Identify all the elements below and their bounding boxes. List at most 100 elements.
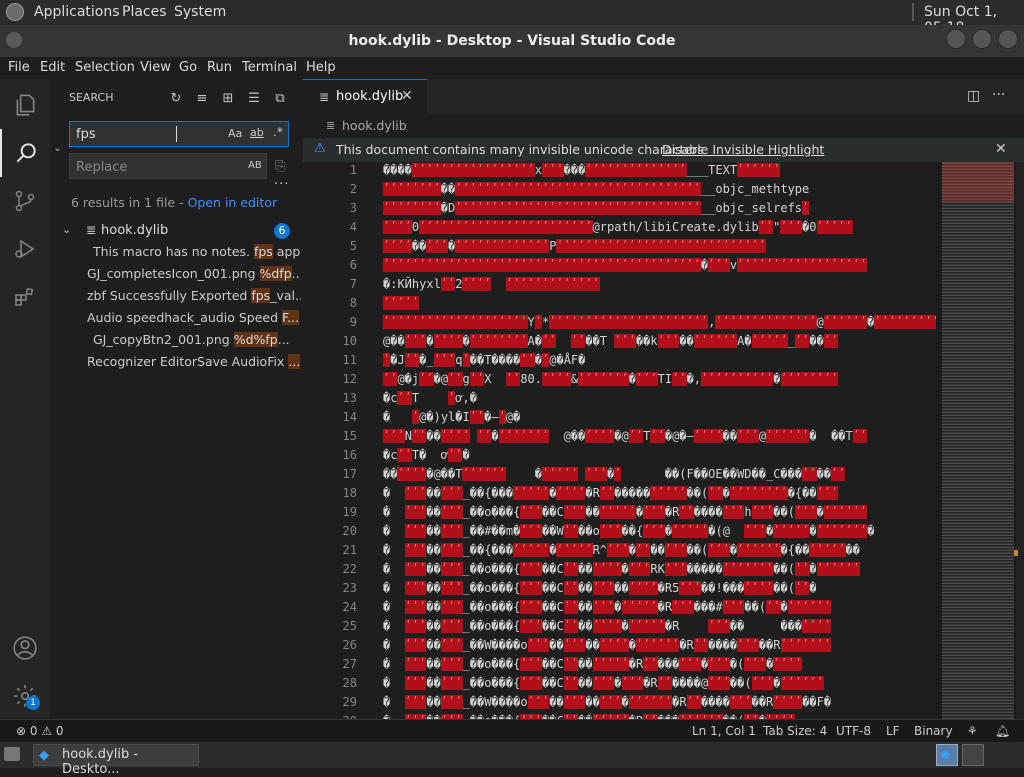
line-number: 17 <box>342 467 357 481</box>
code-text: _��{��� <box>462 486 514 500</box>
show-desktop-icon[interactable] <box>4 747 20 761</box>
open-in-editor-link[interactable]: Open in editor <box>188 195 278 210</box>
places-menu[interactable]: Places <box>122 4 167 20</box>
split-editor-icon[interactable]: ◫ <box>967 88 980 104</box>
source-control-icon[interactable] <box>0 177 50 225</box>
minimize-icon[interactable] <box>946 29 966 49</box>
search-input[interactable]: fps Aa ab .* <box>69 121 289 147</box>
invisible-char-highlight: ʹʹʹʹ <box>628 581 658 595</box>
gnome-foot-icon[interactable] <box>6 3 24 21</box>
refresh-icon[interactable]: ↻ <box>168 91 184 107</box>
run-debug-icon[interactable] <box>0 225 50 273</box>
code-text: ��(F��OE��WD��_C��� <box>621 467 803 481</box>
code-line: ʹʹʹʹ0ʹʹʹʹʹʹʹʹʹʹʹʹʹʹʹʹʹʹʹʹʹʹʹʹ@rpath/libi… <box>383 219 853 235</box>
invisible-char-highlight: ʹʹʹʹ <box>462 277 492 291</box>
match-whole-word-icon[interactable]: ab <box>250 126 264 139</box>
menu-selection[interactable]: Selection <box>75 60 135 75</box>
result-file-row[interactable]: ⌄ ≣ hook.dylib 6 <box>50 221 303 241</box>
code-text: @� <box>505 410 521 424</box>
search-result-item[interactable]: This macro has no notes. fps app... <box>93 244 301 259</box>
warning-icon: ⚠ <box>314 141 326 156</box>
collapse-all-icon[interactable]: ⧉ <box>272 91 288 107</box>
code-text: �� <box>426 676 441 690</box>
code-line: @��ʹʹʹ�ʹʹʹʹ�ʹʹʹʹʹʹʹʹA�ʹʹ ʹʹ��T ʹʹʹ��kʹʹʹ… <box>383 333 839 349</box>
menu-run[interactable]: Run <box>207 60 232 75</box>
match-case-icon[interactable]: Aa <box>228 127 242 140</box>
clear-results-icon[interactable]: ≡ <box>194 91 210 107</box>
regex-icon[interactable]: .* <box>273 125 283 139</box>
tab-size[interactable]: Tab Size: 4 <box>763 724 827 738</box>
taskbar-window-button[interactable]: ◆ hook.dylib - Deskto... <box>33 744 199 777</box>
replace-input[interactable]: Replace AB <box>69 153 267 179</box>
search-result-item[interactable]: GJ_copyBtn2_001.png %d%fp... <box>93 332 301 347</box>
problems-indicator[interactable]: ⊗ 0 ⚠ 0 <box>16 724 64 738</box>
applications-menu[interactable]: Applications <box>34 4 120 20</box>
tab-hook-dylib[interactable]: ≣ hook.dylib ✕ <box>303 79 427 114</box>
search-result-item[interactable]: zbf Successfully Exported fps_val... <box>87 288 301 303</box>
search-result-item[interactable]: Recognizer EditorSave AudioFix ... <box>87 354 301 369</box>
invisible-char-highlight: ʹʹ <box>520 353 535 367</box>
code-text: �� <box>650 543 665 557</box>
invisible-char-highlight: ʹʹ <box>563 619 579 633</box>
preserve-case-icon[interactable]: AB <box>248 160 262 171</box>
search-result-item[interactable]: GJ_completesIcon_001.png %dfp... <box>87 266 301 281</box>
encoding[interactable]: UTF-8 <box>836 724 871 738</box>
more-options-icon[interactable]: ··· <box>274 177 289 192</box>
code-editor[interactable]: ����ʹʹʹʹʹʹʹʹʹʹʹʹʹʹʹʹʹxʹʹʹ���ʹʹʹʹʹʹʹʹʹʹʹʹ… <box>383 162 936 719</box>
menu-terminal[interactable]: Terminal <box>242 60 297 75</box>
invisible-unicode-banner: ⚠ This document contains many invisible … <box>303 138 1024 162</box>
copilot-icon[interactable]: ⚘ <box>967 724 978 738</box>
top-panel: Applications Places System Sun Oct 1, 05… <box>0 0 1024 36</box>
minimap[interactable] <box>936 162 1024 719</box>
invisible-char-highlight: ʹʹʹʹʹʹʹʹʹʹʹʹʹ <box>505 277 600 291</box>
menu-go[interactable]: Go <box>179 60 197 75</box>
close-tab-icon[interactable]: ✕ <box>401 88 413 104</box>
minimap-content <box>942 162 1014 719</box>
menu-help[interactable]: Help <box>306 60 336 75</box>
extensions-icon[interactable] <box>0 273 50 321</box>
account-icon[interactable] <box>0 624 50 672</box>
invisible-char-highlight: ʹʹʹʹʹ <box>556 543 593 557</box>
invisible-char-highlight: ʹʹ <box>440 277 456 291</box>
close-window-icon[interactable] <box>998 29 1018 49</box>
invisible-char-highlight: ʹʹʹ <box>664 543 687 557</box>
new-search-editor-icon[interactable]: ⊞ <box>220 91 236 107</box>
breadcrumb-file[interactable]: hook.dylib <box>342 118 407 133</box>
vertical-scrollbar[interactable] <box>1016 162 1024 719</box>
menu-edit[interactable]: Edit <box>40 60 65 75</box>
code-text: _��W����o <box>462 695 528 709</box>
menu-file[interactable]: File <box>8 60 30 75</box>
view-as-tree-icon[interactable]: ☰ <box>246 91 262 107</box>
code-text: �@�— <box>664 429 694 443</box>
toggle-replace-chevron-icon[interactable]: ⌄ <box>53 141 62 154</box>
explorer-icon[interactable] <box>0 81 50 129</box>
more-actions-icon[interactable]: ··· <box>992 87 1005 103</box>
replace-all-icon[interactable]: ⎘ <box>275 159 285 174</box>
invisible-char-highlight: ʹʹ <box>383 372 398 386</box>
workspace-switcher[interactable]: ◆ <box>936 744 958 766</box>
code-line: �cʹʹT ʹơ,� <box>383 390 477 406</box>
manage-gear-icon[interactable]: 1 <box>0 672 50 720</box>
notifications-bell-icon[interactable]: 🔔︎ <box>995 724 1010 738</box>
line-number: 2 <box>349 182 357 196</box>
code-text: ���� <box>701 695 730 709</box>
result-match: F... <box>281 310 300 325</box>
language-mode[interactable]: Binary <box>914 724 953 738</box>
expand-chevron-icon[interactable]: ⌄ <box>62 223 71 236</box>
invisible-char-highlight: ʹʹ <box>563 562 579 576</box>
invisible-char-highlight: ʹʹ <box>831 467 846 481</box>
menu-view[interactable]: View <box>140 60 171 75</box>
close-banner-icon[interactable]: ✕ <box>995 141 1007 157</box>
workspace-2[interactable] <box>962 744 984 766</box>
code-text: �D <box>440 201 456 215</box>
search-result-item[interactable]: Audio speedhack_audio Speed F... <box>87 310 301 325</box>
status-bar: ⊗ 0 ⚠ 0 Ln 1, Col 1 Tab Size: 4 UTF-8 LF… <box>0 719 1024 742</box>
maximize-icon[interactable] <box>972 29 992 49</box>
search-icon[interactable] <box>0 129 50 177</box>
cursor-position[interactable]: Ln 1, Col 1 <box>692 724 756 738</box>
end-of-line[interactable]: LF <box>886 724 900 738</box>
invisible-char-highlight: ʹʹ <box>643 657 658 671</box>
disable-invisible-highlight-link[interactable]: Disable Invisible Highlight <box>662 142 824 157</box>
system-menu[interactable]: System <box>174 4 226 20</box>
code-text: �� <box>426 600 441 614</box>
